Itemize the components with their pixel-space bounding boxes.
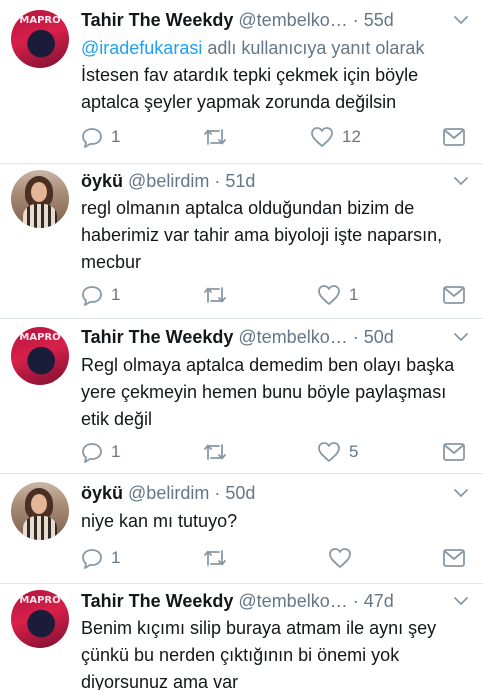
reply-context: @iradefukarasi adlı kullanıcıya yanıt ol… xyxy=(81,36,424,60)
display-name[interactable]: Tahir The Weekdy xyxy=(81,327,233,347)
tweet-header: öykü @belirdim · 50d xyxy=(81,481,465,505)
like-button[interactable]: 12 xyxy=(310,125,361,149)
reply-button[interactable]: 1 xyxy=(81,546,120,570)
like-button[interactable] xyxy=(328,546,360,570)
separator-dot: · xyxy=(352,591,359,611)
envelope-icon xyxy=(443,128,465,146)
retweet-icon xyxy=(204,287,226,303)
reply-count: 1 xyxy=(111,285,121,304)
direct-message-button[interactable] xyxy=(442,440,466,464)
tweet-header: Tahir The Weekdy @tembelko… · 50d xyxy=(81,325,465,349)
avatar-logo-text: MAPRO xyxy=(19,332,61,343)
retweet-button[interactable] xyxy=(202,546,236,570)
like-button[interactable]: 1 xyxy=(317,283,358,307)
user-handle[interactable]: @belirdim xyxy=(128,171,209,191)
heart-icon xyxy=(318,285,340,305)
direct-message-button[interactable] xyxy=(442,546,466,570)
tweet-header: Tahir The Weekdy @tembelko… · 55d xyxy=(81,8,465,32)
reply-count: 1 xyxy=(111,442,121,461)
timestamp[interactable]: 50d xyxy=(364,327,394,347)
direct-message-button[interactable] xyxy=(442,283,466,307)
tweet-header: Tahir The Weekdy @tembelko… · 47d xyxy=(81,589,465,613)
reply-icon xyxy=(82,128,102,148)
tweet-actions: 1 12 xyxy=(81,125,466,149)
tweet-text: Regl olmaya aptalca demedim ben olayı ba… xyxy=(81,355,455,429)
separator-dot: · xyxy=(214,483,221,503)
like-button[interactable]: 5 xyxy=(317,440,358,464)
retweet-button[interactable] xyxy=(202,440,236,464)
retweet-button[interactable] xyxy=(202,125,236,149)
retweet-icon xyxy=(204,129,226,145)
envelope-icon xyxy=(443,286,465,304)
avatar-photo-body xyxy=(23,204,57,228)
avatar[interactable]: MAPRO xyxy=(11,327,69,385)
chevron-down-icon[interactable] xyxy=(453,173,469,189)
reply-button[interactable]: 1 xyxy=(81,440,120,464)
retweet-icon xyxy=(204,550,226,566)
user-handle[interactable]: @tembelko… xyxy=(238,10,347,30)
separator-dot: · xyxy=(352,327,359,347)
avatar-logo-text: MAPRO xyxy=(19,15,61,26)
tweet-actions: 1 xyxy=(81,546,466,570)
avatar-photo-face xyxy=(31,494,47,514)
envelope-icon xyxy=(443,549,465,567)
reply-count: 1 xyxy=(111,548,121,567)
reply-count: 1 xyxy=(111,127,121,146)
tweet-text: Benim kıçımı silip buraya atmam ile aynı… xyxy=(81,618,437,690)
avatar-photo-face xyxy=(31,182,47,202)
reply-button[interactable]: 1 xyxy=(81,283,120,307)
avatar[interactable]: MAPRO xyxy=(11,590,69,648)
heart-icon xyxy=(329,548,351,568)
like-count: 1 xyxy=(349,285,359,304)
timestamp[interactable]: 51d xyxy=(225,171,255,191)
tweet-actions: 1 1 xyxy=(81,283,466,307)
tweet-2[interactable]: öykü @belirdim · 51d regl olmanın aptalc… xyxy=(0,164,483,318)
tweet-text: niye kan mı tutuyo? xyxy=(81,511,238,531)
tweet-text: İstesen fav atardık tepki çekmek için bö… xyxy=(81,65,419,112)
display-name[interactable]: öykü xyxy=(81,171,123,191)
avatar[interactable] xyxy=(11,482,69,540)
avatar[interactable]: MAPRO xyxy=(11,10,69,68)
user-handle[interactable]: @tembelko… xyxy=(238,327,347,347)
separator-dot: · xyxy=(352,10,359,30)
tweet-timeline: MAPRO Tahir The Weekdy @tembelko… · 55d … xyxy=(0,0,483,690)
reply-icon xyxy=(82,443,102,463)
like-count: 5 xyxy=(349,442,359,461)
chevron-down-icon[interactable] xyxy=(453,329,469,345)
display-name[interactable]: Tahir The Weekdy xyxy=(81,10,233,30)
avatar[interactable] xyxy=(11,170,69,228)
tweet-1[interactable]: MAPRO Tahir The Weekdy @tembelko… · 55d … xyxy=(0,0,483,163)
chevron-down-icon[interactable] xyxy=(453,593,469,609)
heart-icon xyxy=(318,442,340,462)
tweet-text: regl olmanın aptalca olduğundan bizim de… xyxy=(81,198,443,272)
like-count: 12 xyxy=(342,127,361,146)
timestamp[interactable]: 47d xyxy=(364,591,394,611)
user-handle[interactable]: @belirdim xyxy=(128,483,209,503)
tweet-actions: 1 5 xyxy=(81,440,466,464)
tweet-header: öykü @belirdim · 51d xyxy=(81,169,465,193)
chevron-down-icon[interactable] xyxy=(453,485,469,501)
retweet-button[interactable] xyxy=(202,283,236,307)
tweet-3[interactable]: MAPRO Tahir The Weekdy @tembelko… · 50d … xyxy=(0,319,483,473)
chevron-down-icon[interactable] xyxy=(453,12,469,28)
envelope-icon xyxy=(443,443,465,461)
reply-icon xyxy=(82,549,102,569)
timestamp[interactable]: 55d xyxy=(364,10,394,30)
timestamp[interactable]: 50d xyxy=(225,483,255,503)
avatar-logo-text: MAPRO xyxy=(19,595,61,606)
reply-button[interactable]: 1 xyxy=(81,125,120,149)
reply-context-label: adlı kullanıcıya yanıt olarak xyxy=(202,38,425,58)
retweet-icon xyxy=(204,444,226,460)
display-name[interactable]: öykü xyxy=(81,483,123,503)
direct-message-button[interactable] xyxy=(442,125,466,149)
user-handle[interactable]: @tembelko… xyxy=(238,591,347,611)
heart-icon xyxy=(311,127,333,147)
separator-dot: · xyxy=(214,171,221,191)
avatar-photo-body xyxy=(23,516,57,540)
tweet-4[interactable]: öykü @belirdim · 50d niye kan mı tutuyo?… xyxy=(0,474,483,583)
mention-link[interactable]: @iradefukarasi xyxy=(81,38,202,58)
reply-icon xyxy=(82,286,102,306)
display-name[interactable]: Tahir The Weekdy xyxy=(81,591,233,611)
tweet-5[interactable]: MAPRO Tahir The Weekdy @tembelko… · 47d … xyxy=(0,584,483,690)
